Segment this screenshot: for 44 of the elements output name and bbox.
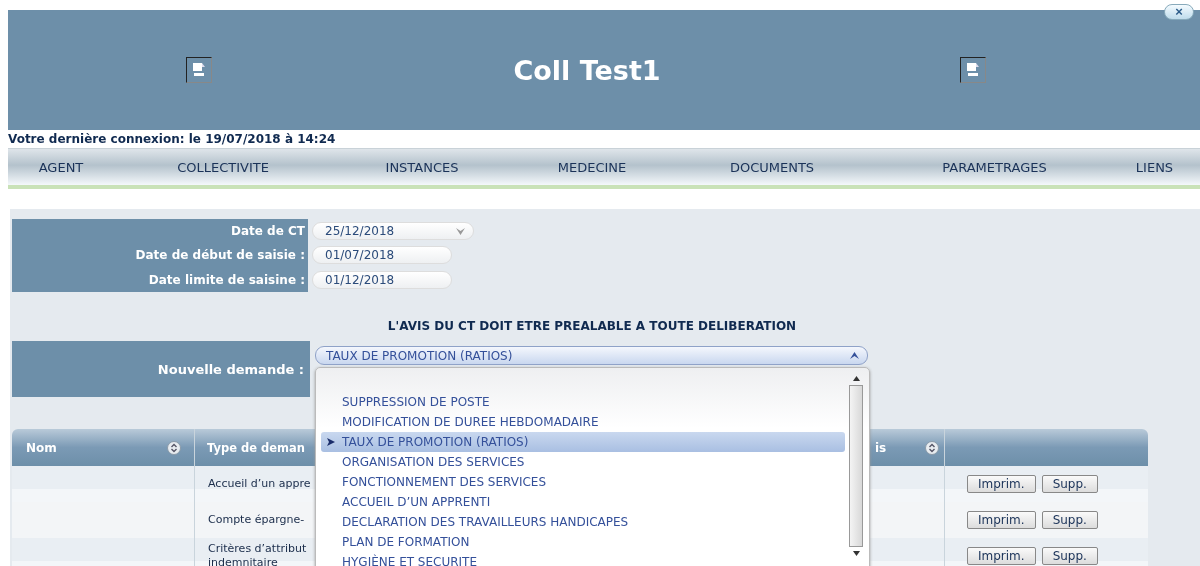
scroll-down-icon[interactable] <box>852 551 860 556</box>
table-cell: Compte épargne- <box>208 513 305 527</box>
dropdown-option[interactable]: SUPPRESSION DE POSTE <box>321 392 845 412</box>
action-button[interactable]: Supp. <box>1041 475 1098 493</box>
action-button[interactable]: Imprim. <box>967 475 1036 493</box>
chevron-down-icon <box>456 227 465 235</box>
dropdown-option[interactable]: FONCTIONNEMENT DES SERVICES <box>321 472 845 492</box>
scroll-up-icon[interactable] <box>852 376 860 381</box>
dropdown-option[interactable]: TAUX DE PROMOTION (RATIOS) <box>321 432 845 452</box>
date-field[interactable]: 01/12/2018 <box>312 270 452 289</box>
date-field[interactable]: 01/07/2018 <box>312 246 452 265</box>
nav-link[interactable]: COLLECTIVITE <box>114 159 332 175</box>
nav-link[interactable]: LIENS <box>1117 159 1192 175</box>
nav-link[interactable]: DOCUMENTS <box>672 159 872 175</box>
nav-link[interactable]: MEDECINE <box>512 159 672 175</box>
dropdown-option[interactable]: MODIFICATION DE DUREE HEBDOMADAIRE <box>321 412 845 432</box>
table-cell: Accueil d’un appre <box>208 477 311 491</box>
page-title: Coll Test1 <box>513 54 661 86</box>
dropdown-option[interactable]: PLAN DE FORMATION <box>321 532 845 552</box>
pointer-icon <box>327 438 335 446</box>
table-cell: Critères d’attribut indemnitaire <box>208 542 307 566</box>
nav-link[interactable]: PARAMETRAGES <box>872 159 1117 175</box>
nav-link[interactable]: AGENT <box>8 159 114 175</box>
action-button[interactable]: Imprim. <box>967 511 1036 529</box>
notice-text: L'AVIS DU CT DOIT ETRE PREALABLE A TOUTE DELIBERATION <box>386 319 798 333</box>
field-label: Date de CT <box>231 224 305 239</box>
caret-icon <box>850 352 859 359</box>
dropdown-option[interactable]: DECLARATION DES TRAVAILLEURS HANDICAPES <box>321 512 845 532</box>
field-label: Nouvelle demande : <box>157 361 304 377</box>
nav-link[interactable]: INSTANCES <box>332 159 512 175</box>
broken-image-icon <box>960 57 986 83</box>
broken-image-icon <box>186 57 212 83</box>
dropdown-option[interactable]: ACCUEIL D’UN APPRENTI <box>321 492 845 512</box>
field-label: Date de début de saisie : <box>135 248 305 263</box>
action-button[interactable]: Imprim. <box>967 547 1036 565</box>
date-select[interactable]: 25/12/2018 <box>312 222 474 241</box>
dropdown-option[interactable]: HYGIÈNE ET SECURITE <box>321 552 845 566</box>
close-button[interactable]: × <box>1164 4 1194 20</box>
request-select[interactable]: TAUX DE PROMOTION (RATIOS) <box>315 346 868 365</box>
action-button[interactable]: Supp. <box>1041 547 1098 565</box>
action-button[interactable]: Supp. <box>1041 511 1098 529</box>
last-login-text: Votre dernière connexion: le 19/07/2018 à 14:24 <box>7 131 337 148</box>
field-label: Date limite de saisine : <box>148 272 305 287</box>
dropdown-option[interactable]: ORGANISATION DES SERVICES <box>321 452 845 472</box>
